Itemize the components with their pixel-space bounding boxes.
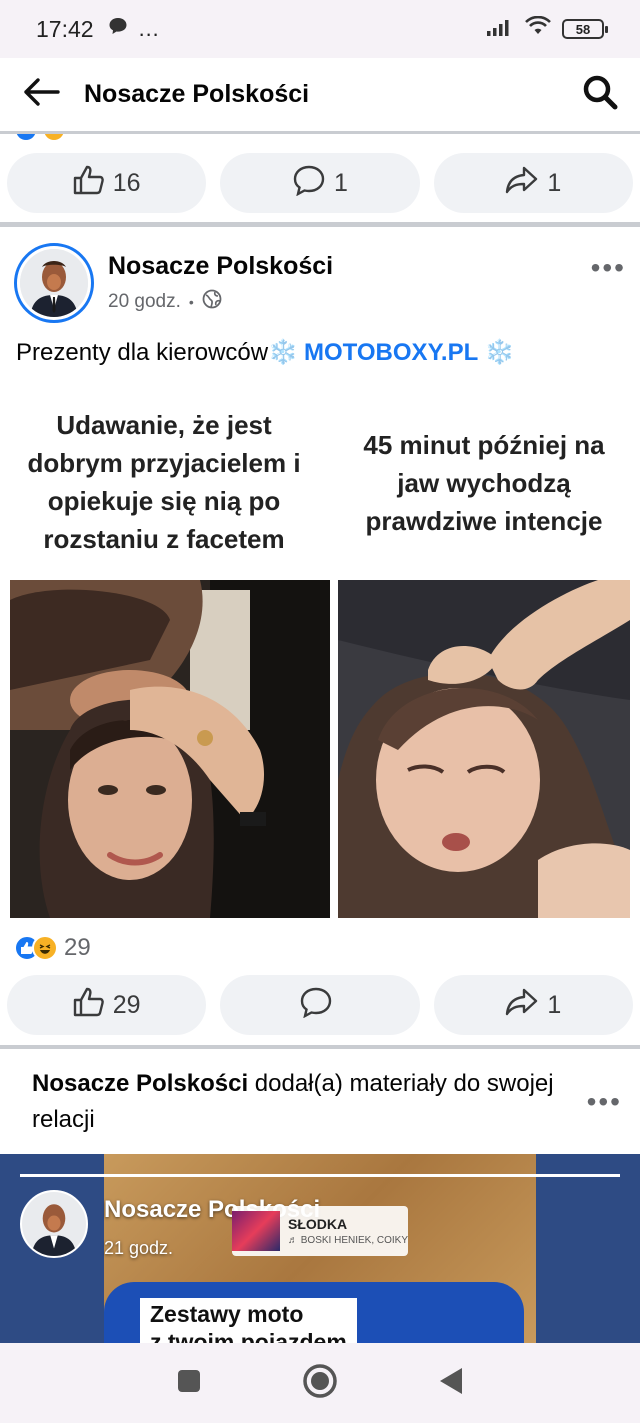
share-icon [505, 987, 539, 1024]
meme-left-caption: Udawanie, że jest dobrym przyjacielem i … [27, 410, 301, 554]
like-button[interactable]: 29 [7, 975, 207, 1035]
wifi-icon [524, 15, 552, 42]
meme-right-photo [338, 580, 630, 918]
story-card-line-2: z twoim pojazdem [150, 1329, 347, 1344]
comment-icon [299, 986, 333, 1025]
post-header: Nosacze Polskości 20 godz. • ••• [14, 242, 626, 324]
music-artist: ♬ BOSKI HENIEK, COIKY [287, 1235, 409, 1246]
battery-level: 58 [575, 21, 591, 37]
story-time: 21 godz. [104, 1238, 174, 1258]
back-triangle-icon[interactable] [438, 1366, 464, 1401]
post-action-bar: 29 1 [0, 975, 640, 1035]
story-avatar [20, 1190, 88, 1258]
share-button[interactable]: 1 [433, 975, 633, 1035]
post-link[interactable]: MOTOBOXY.PL [304, 339, 478, 366]
post-image[interactable]: Udawanie, że jest dobrym przyjacielem i … [0, 390, 640, 930]
reactions-summary[interactable]: 29 [14, 934, 91, 962]
thumbs-up-icon [73, 987, 105, 1024]
snowflake-icon: ❄️ [268, 339, 298, 366]
more-options-icon[interactable]: ••• [591, 252, 626, 284]
more-options-icon[interactable]: ••• [587, 1086, 622, 1118]
story-card-line-1: Zestawy moto [150, 1301, 304, 1327]
recents-icon[interactable] [176, 1368, 202, 1399]
status-time: 17:42 [36, 15, 94, 42]
back-arrow-icon[interactable] [22, 77, 60, 112]
comment-button[interactable]: 1 [220, 153, 420, 213]
comment-button[interactable] [220, 975, 420, 1035]
search-icon[interactable] [582, 74, 618, 115]
status-extra: … [137, 16, 160, 41]
story-card-text: Zestawy moto z twoim pojazdem [140, 1298, 357, 1344]
like-count: 29 [112, 990, 141, 1019]
story-preview[interactable]: Nosacze Polskości 21 godz. SŁODKA ♬ BOSK… [0, 1154, 640, 1344]
battery-icon: 58 [562, 19, 608, 39]
status-bar: 17:42 … 58 [0, 0, 640, 58]
share-button[interactable]: 1 [433, 153, 633, 213]
post-text: Prezenty dla kierowców❄️ MOTOBOXY.PL ❄️ [16, 338, 515, 367]
post-author[interactable]: Nosacze Polskości [108, 252, 333, 281]
story-progress-bar [20, 1174, 620, 1177]
post-time[interactable]: 20 godz. [108, 291, 181, 313]
page-title: Nosacze Polskości [84, 80, 310, 108]
comment-icon [292, 164, 326, 203]
share-count: 1 [547, 990, 562, 1019]
comment-count: 1 [334, 168, 348, 197]
post-divider [0, 222, 640, 227]
prev-reaction-icons [16, 134, 66, 142]
message-icon [108, 16, 128, 42]
like-button[interactable]: 16 [7, 153, 207, 213]
music-thumbnail [232, 1211, 280, 1251]
share-icon [505, 165, 539, 202]
story-author[interactable]: Nosacze Polskości [32, 1070, 248, 1097]
prev-post-action-bar: 16 1 1 [0, 153, 640, 213]
music-title: SŁODKA [287, 1216, 348, 1232]
story-card: Zestawy moto z twoim pojazdem [104, 1282, 524, 1344]
globe-icon [202, 289, 222, 315]
meta-separator: • [188, 293, 194, 310]
reaction-count: 29 [64, 934, 91, 961]
avatar[interactable] [14, 243, 94, 323]
share-count: 1 [547, 168, 562, 197]
home-icon[interactable] [302, 1363, 338, 1404]
haha-reaction-icon [32, 935, 58, 961]
like-count: 16 [112, 168, 141, 197]
post-text-body: Prezenty dla kierowców [16, 339, 269, 366]
app-bar: Nosacze Polskości [0, 58, 640, 134]
thumbs-up-icon [73, 165, 105, 202]
story-notice[interactable]: Nosacze Polskości dodał(a) materiały do … [32, 1066, 592, 1138]
music-sticker: SŁODKA ♬ BOSKI HENIEK, COIKY [232, 1206, 408, 1256]
post-divider [0, 1045, 640, 1049]
system-nav-bar [0, 1343, 640, 1423]
meme-right-caption: 45 minut później na jaw wychodzą prawdzi… [363, 430, 605, 536]
meme-left-photo [10, 580, 330, 918]
snowflake-icon: ❄️ [484, 339, 515, 366]
signal-icon [486, 16, 514, 42]
